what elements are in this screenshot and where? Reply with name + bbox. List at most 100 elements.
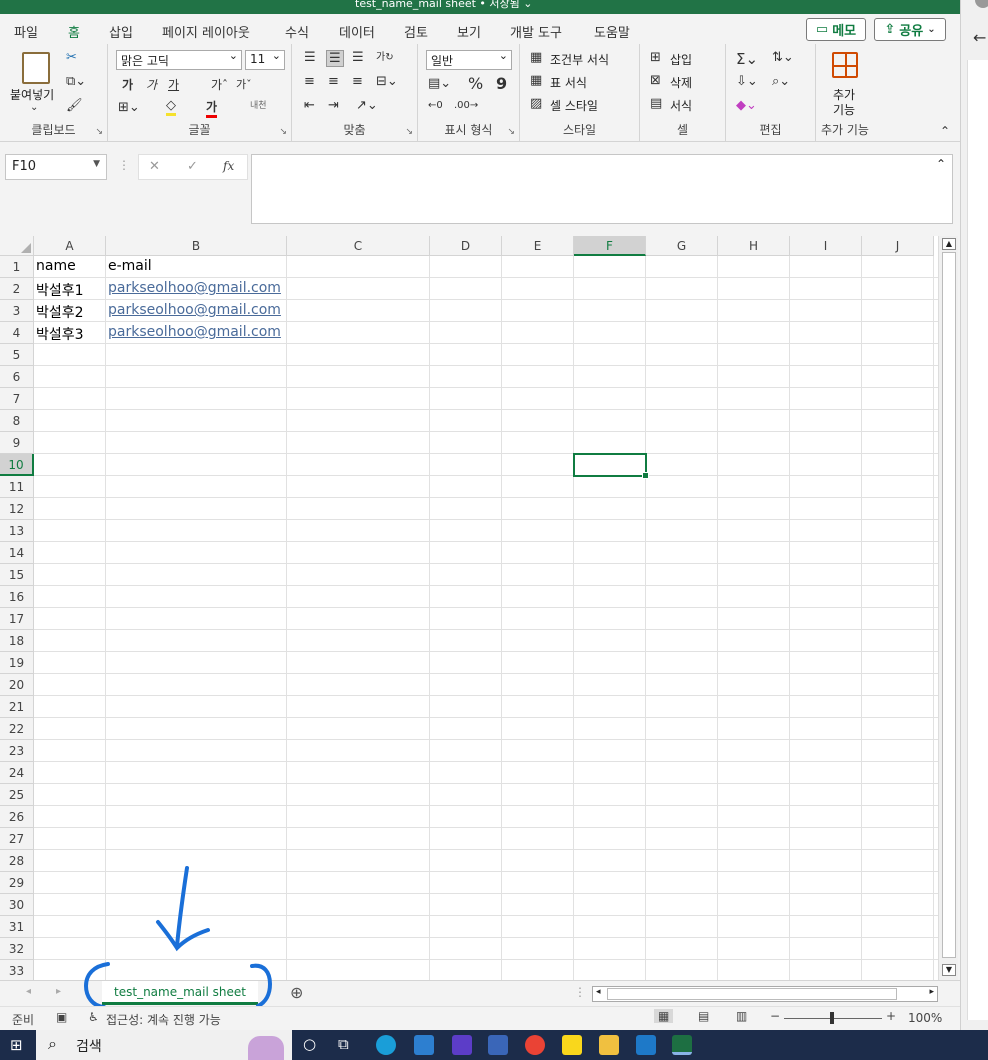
zoom-out-icon[interactable]: −: [770, 1009, 780, 1023]
cell-b2[interactable]: parkseolhoo@gmail.com: [108, 280, 281, 296]
number-format-select[interactable]: 일반: [426, 49, 512, 70]
underline-button[interactable]: 가: [168, 76, 179, 93]
dialog-launcher-icon[interactable]: ↘: [507, 127, 515, 137]
align-left-icon[interactable]: ≡: [304, 74, 315, 89]
row-header-30[interactable]: 30: [0, 894, 34, 916]
tab-home[interactable]: 홈: [66, 22, 82, 47]
profile-icon[interactable]: [975, 0, 988, 8]
align-right-icon[interactable]: ≡: [352, 74, 363, 89]
row-header-22[interactable]: 22: [0, 718, 34, 740]
tab-page-layout[interactable]: 페이지 레이아웃: [162, 22, 250, 41]
cancel-button[interactable]: ✕: [149, 159, 160, 174]
add-sheet-button[interactable]: ⊕: [290, 983, 303, 1002]
sort-filter-icon[interactable]: ⇅⌄: [772, 50, 794, 65]
zoom-slider-thumb[interactable]: [830, 1012, 834, 1024]
kakaotalk-icon[interactable]: [562, 1035, 582, 1055]
fill-icon[interactable]: ⇩⌄: [736, 74, 758, 89]
task-view-icon[interactable]: ⧉: [338, 1035, 349, 1053]
row-header-19[interactable]: 19: [0, 652, 34, 674]
row-header-15[interactable]: 15: [0, 564, 34, 586]
prev-sheet-icon[interactable]: ◂: [26, 986, 31, 997]
find-icon[interactable]: ⌕⌄: [772, 74, 790, 89]
tab-review[interactable]: 검토: [404, 22, 428, 41]
font-name-select[interactable]: 맑은 고딕: [116, 49, 242, 70]
tab-view[interactable]: 보기: [457, 22, 481, 41]
share-button[interactable]: ⇪ 공유 ⌄: [874, 18, 946, 41]
format-painter-icon[interactable]: 🖌: [66, 98, 83, 113]
align-center-icon[interactable]: ≡: [328, 74, 339, 89]
row-header-29[interactable]: 29: [0, 872, 34, 894]
column-header-j[interactable]: J: [862, 236, 934, 256]
accessibility-icon[interactable]: ♿: [88, 1010, 99, 1024]
tab-help[interactable]: 도움말: [594, 22, 630, 41]
align-bottom-icon[interactable]: ☰: [352, 50, 364, 65]
store-icon[interactable]: [488, 1035, 508, 1055]
currency-icon[interactable]: ▤⌄: [428, 76, 451, 91]
page-layout-view-icon[interactable]: ▤: [698, 1009, 709, 1023]
phonetic-icon[interactable]: 내천: [250, 98, 267, 111]
increase-indent-icon[interactable]: ⇥: [328, 98, 339, 113]
row-header-7[interactable]: 7: [0, 388, 34, 410]
cell-styles-button[interactable]: 셀 스타일: [550, 97, 598, 114]
row-header-25[interactable]: 25: [0, 784, 34, 806]
page-break-view-icon[interactable]: ▥: [736, 1009, 747, 1023]
cell-b3[interactable]: parkseolhoo@gmail.com: [108, 302, 281, 318]
column-header-d[interactable]: D: [430, 236, 502, 256]
horizontal-scrollbar[interactable]: ◂ ▸: [592, 986, 938, 1002]
splitter-icon[interactable]: ⋮: [574, 985, 586, 999]
row-header-6[interactable]: 6: [0, 366, 34, 388]
accessibility-status[interactable]: 접근성: 계속 진행 가능: [106, 1011, 221, 1028]
paste-label[interactable]: 붙여넣기: [10, 86, 54, 103]
row-header-16[interactable]: 16: [0, 586, 34, 608]
row-header-1[interactable]: 1: [0, 256, 34, 278]
shrink-font-button[interactable]: 가ˇ: [236, 76, 252, 92]
next-sheet-icon[interactable]: ▸: [56, 986, 61, 997]
merge-cells-icon[interactable]: ⊟⌄: [376, 74, 398, 89]
chrome-icon[interactable]: [525, 1035, 545, 1055]
row-header-27[interactable]: 27: [0, 828, 34, 850]
cell-a1[interactable]: name: [36, 258, 76, 274]
scroll-left-icon[interactable]: ◂: [596, 987, 601, 997]
windows-start-icon[interactable]: ⊞: [10, 1036, 23, 1054]
select-all-corner[interactable]: [0, 236, 34, 256]
row-header-20[interactable]: 20: [0, 674, 34, 696]
row-header-14[interactable]: 14: [0, 542, 34, 564]
column-header-b[interactable]: B: [106, 236, 287, 256]
scroll-up-icon[interactable]: ▲: [942, 238, 956, 250]
column-header-i[interactable]: I: [790, 236, 862, 256]
border-icon[interactable]: ⊞⌄: [118, 100, 140, 115]
column-header-h[interactable]: H: [718, 236, 790, 256]
chevron-down-icon[interactable]: ⌄: [30, 102, 38, 113]
row-header-17[interactable]: 17: [0, 608, 34, 630]
insert-cells-button[interactable]: 삽입: [670, 51, 692, 68]
cell-b1[interactable]: e-mail: [108, 258, 152, 274]
row-header-21[interactable]: 21: [0, 696, 34, 718]
row-header-23[interactable]: 23: [0, 740, 34, 762]
align-top-icon[interactable]: ☰: [304, 50, 316, 65]
row-header-13[interactable]: 13: [0, 520, 34, 542]
delete-cells-button[interactable]: 삭제: [670, 74, 692, 91]
copy-icon[interactable]: ⧉⌄: [66, 74, 86, 89]
tab-insert[interactable]: 삽입: [109, 22, 133, 41]
italic-button[interactable]: 가: [146, 76, 157, 93]
comma-button[interactable]: 9: [496, 74, 507, 93]
format-cells-button[interactable]: 서식: [670, 97, 692, 114]
row-header-5[interactable]: 5: [0, 344, 34, 366]
scroll-thumb[interactable]: [942, 252, 956, 958]
mail-icon[interactable]: [414, 1035, 434, 1055]
decrease-indent-icon[interactable]: ⇤: [304, 98, 315, 113]
edge-icon[interactable]: [376, 1035, 396, 1055]
memo-button[interactable]: ▭ 메모: [806, 18, 866, 41]
row-header-3[interactable]: 3: [0, 300, 34, 322]
increase-decimal-icon[interactable]: ←0: [428, 100, 443, 111]
macro-record-icon[interactable]: ▣: [56, 1010, 67, 1024]
column-header-f[interactable]: F: [574, 236, 646, 256]
row-header-24[interactable]: 24: [0, 762, 34, 784]
scroll-down-icon[interactable]: ▼: [942, 964, 956, 976]
back-arrow-icon[interactable]: ←: [973, 28, 986, 47]
bold-button[interactable]: 가: [122, 76, 133, 93]
column-header-e[interactable]: E: [502, 236, 574, 256]
taskbar-search[interactable]: ⌕ 검색: [36, 1030, 292, 1060]
dialog-launcher-icon[interactable]: ↘: [405, 127, 413, 137]
conditional-format-button[interactable]: 조건부 서식: [550, 51, 609, 68]
